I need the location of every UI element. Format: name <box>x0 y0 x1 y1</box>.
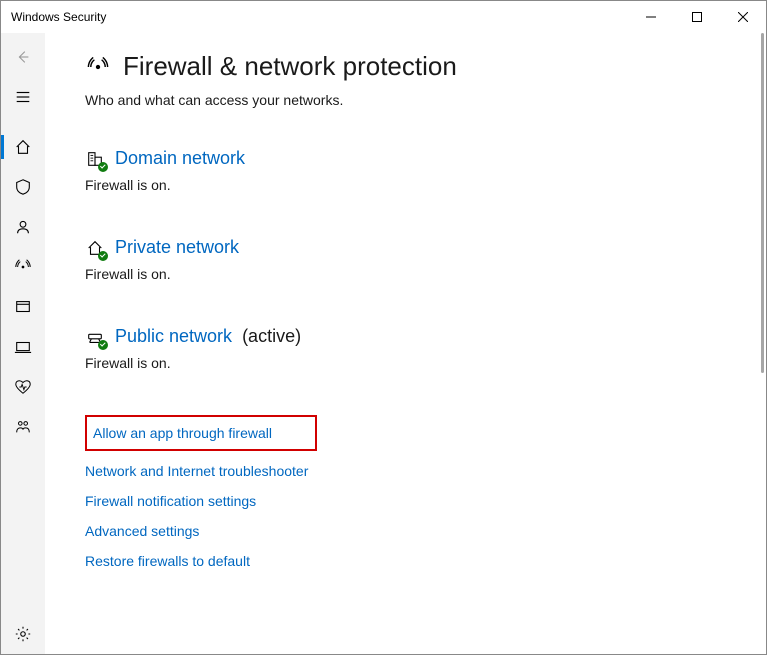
maximize-button[interactable] <box>674 1 720 33</box>
nav-virus-protection[interactable] <box>1 167 45 207</box>
page-title-row: Firewall & network protection <box>85 51 766 82</box>
title-bar: Windows Security <box>1 1 766 33</box>
sidebar <box>1 33 45 654</box>
nav-firewall[interactable] <box>1 247 45 287</box>
app-title: Windows Security <box>11 10 106 24</box>
network-block-domain: Domain network Firewall is on. <box>85 148 766 193</box>
private-network-icon <box>85 238 105 258</box>
private-network-status: Firewall is on. <box>85 266 766 282</box>
highlight-allow-app: Allow an app through firewall <box>85 415 317 451</box>
menu-button[interactable] <box>1 77 45 117</box>
network-block-public: Public network (active) Firewall is on. <box>85 326 766 371</box>
page-title: Firewall & network protection <box>123 51 457 82</box>
nav-device-performance[interactable] <box>1 367 45 407</box>
minimize-button[interactable] <box>628 1 674 33</box>
content-area: Firewall & network protection Who and wh… <box>45 33 766 654</box>
private-network-link[interactable]: Private network <box>115 237 239 258</box>
public-network-icon <box>85 327 105 347</box>
link-allow-app-through-firewall[interactable]: Allow an app through firewall <box>93 425 272 441</box>
nav-settings[interactable] <box>1 614 45 654</box>
public-network-active-label: (active) <box>242 326 301 347</box>
domain-network-link[interactable]: Domain network <box>115 148 245 169</box>
link-restore-firewalls-default[interactable]: Restore firewalls to default <box>85 553 250 569</box>
page-subtitle: Who and what can access your networks. <box>85 92 766 108</box>
link-advanced-settings[interactable]: Advanced settings <box>85 523 199 539</box>
network-block-private: Private network Firewall is on. <box>85 237 766 282</box>
action-links-section: Allow an app through firewall Network an… <box>85 415 766 569</box>
nav-account-protection[interactable] <box>1 207 45 247</box>
link-firewall-notification-settings[interactable]: Firewall notification settings <box>85 493 256 509</box>
back-button[interactable] <box>1 37 45 77</box>
firewall-icon <box>85 54 111 80</box>
nav-app-browser-control[interactable] <box>1 287 45 327</box>
scrollbar-thumb[interactable] <box>761 33 764 373</box>
nav-family-options[interactable] <box>1 407 45 447</box>
domain-network-status: Firewall is on. <box>85 177 766 193</box>
nav-device-security[interactable] <box>1 327 45 367</box>
link-network-troubleshooter[interactable]: Network and Internet troubleshooter <box>85 463 308 479</box>
nav-home[interactable] <box>1 127 45 167</box>
public-network-status: Firewall is on. <box>85 355 766 371</box>
close-button[interactable] <box>720 1 766 33</box>
public-network-link[interactable]: Public network <box>115 326 232 347</box>
domain-network-icon <box>85 149 105 169</box>
